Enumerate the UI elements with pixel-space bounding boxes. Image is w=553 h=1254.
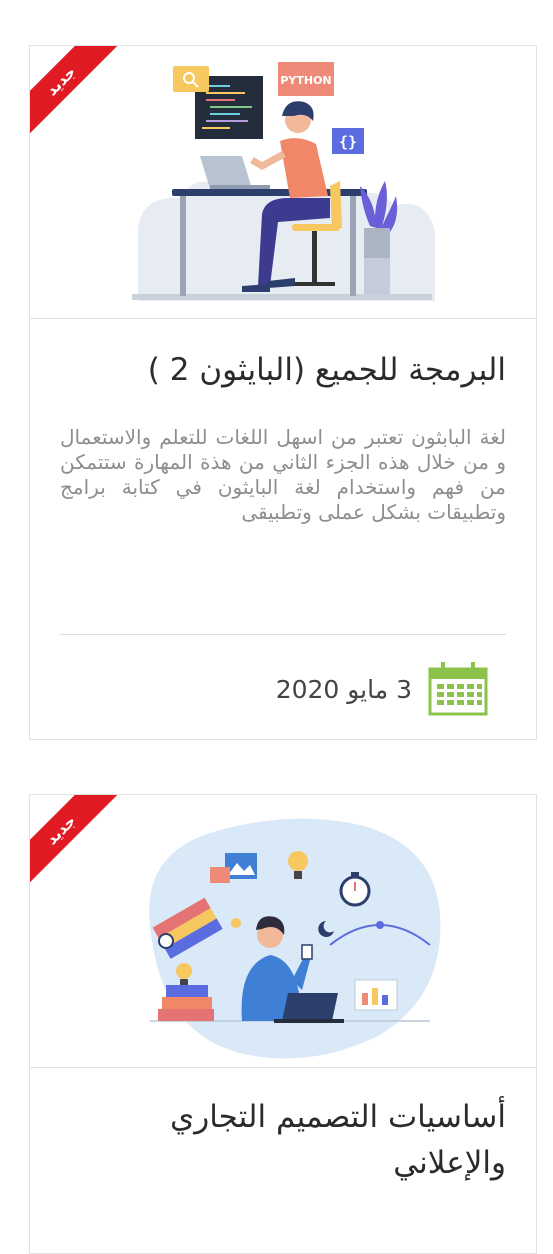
course-thumbnail-design[interactable]: جديد — [30, 795, 536, 1068]
calendar-icon — [428, 662, 488, 716]
course-title[interactable]: أساسيات التصميم التجاري والإعلاني — [30, 1094, 536, 1186]
course-description: لغة البابثون تعتبر من اسهل اللغات للتعلم… — [60, 425, 506, 524]
course-date-row: 3 مايو 2020 — [276, 662, 488, 716]
graphic-designer-illustration — [149, 818, 441, 1059]
course-date: 3 مايو 2020 — [275, 674, 412, 704]
card-divider — [60, 634, 506, 635]
python-tag-text: PYTHON — [280, 74, 331, 87]
course-title[interactable]: البرمجة للجميع (البايثون 2 ) — [30, 347, 536, 393]
course-card-design[interactable]: جديد أساسيات التصميم التجاري والإعلاني — [29, 794, 537, 1254]
course-thumbnail-python[interactable]: جديد PYTHON {} — [30, 46, 536, 319]
python-programmer-illustration: PYTHON {} — [132, 62, 435, 301]
braces-tag-text: {} — [339, 133, 357, 151]
course-card-python[interactable]: جديد PYTHON {} البرمجة للجميع (البايثون … — [29, 45, 537, 740]
